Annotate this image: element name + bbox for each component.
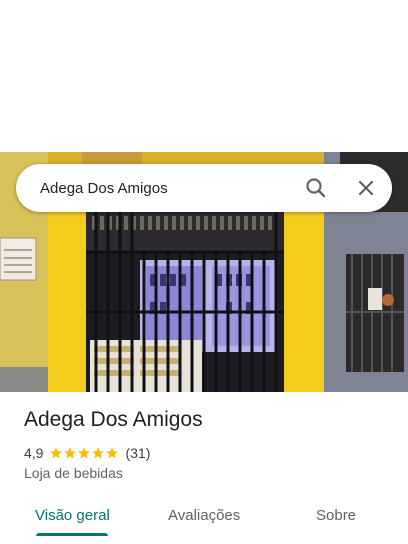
review-count[interactable]: (31)	[125, 445, 150, 461]
star-icon	[64, 447, 77, 459]
star-rating	[49, 446, 119, 460]
search-icon	[306, 178, 326, 198]
close-icon	[358, 180, 374, 196]
clear-search-button[interactable]	[352, 174, 380, 202]
star-icon	[50, 447, 63, 459]
tab-about[interactable]: Sobre	[316, 496, 356, 536]
search-button[interactable]	[302, 174, 330, 202]
blank-header-area	[0, 0, 408, 152]
tab-overview[interactable]: Visão geral	[35, 496, 110, 536]
star-icon	[78, 447, 91, 459]
rating-value: 4,9	[24, 445, 44, 461]
tab-bar: Visão geral Avaliações Sobre	[0, 496, 408, 536]
active-tab-indicator	[36, 533, 108, 536]
place-category: Loja de bebidas	[24, 465, 123, 481]
star-icon	[92, 447, 105, 459]
search-input[interactable]	[40, 164, 290, 212]
tab-reviews[interactable]: Avaliações	[168, 496, 240, 536]
place-card: Adega Dos Amigos 4,9 (31) Loja de bebida…	[0, 392, 408, 544]
rating-row[interactable]: 4,9 (31)	[24, 444, 150, 462]
search-bar[interactable]	[16, 164, 392, 212]
star-icon	[106, 447, 119, 459]
place-title: Adega Dos Amigos	[24, 408, 203, 431]
